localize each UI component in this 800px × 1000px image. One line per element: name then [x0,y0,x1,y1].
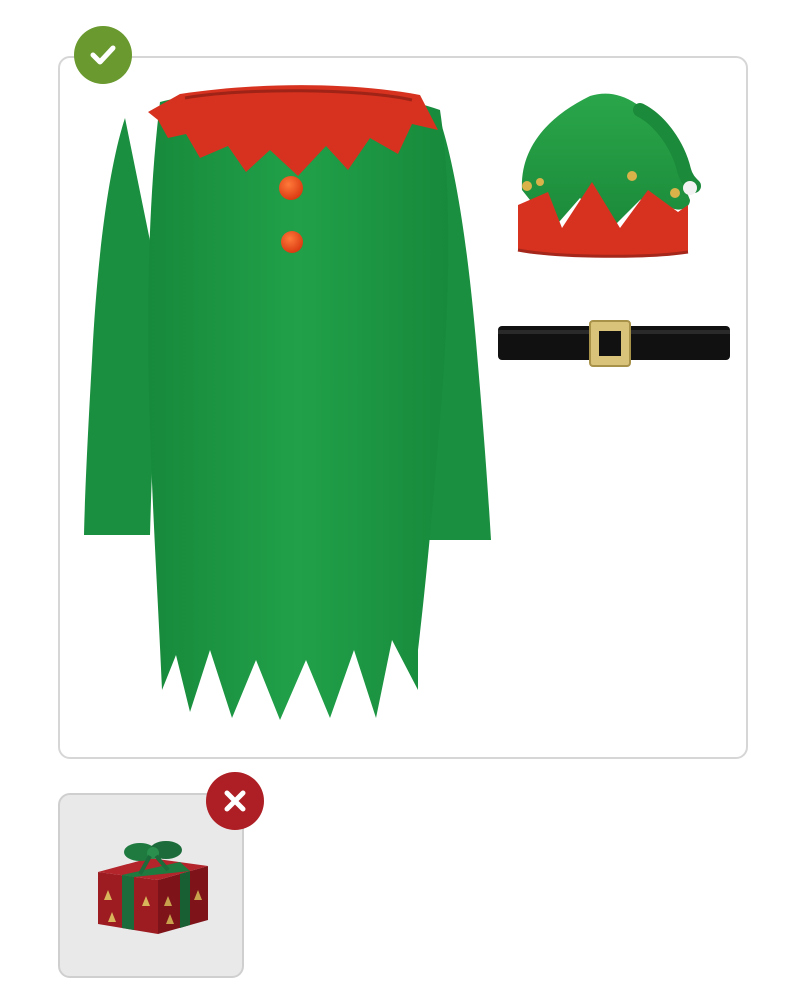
gift-box-image [98,841,208,934]
gift-box-illustration [98,841,208,934]
cross-icon [220,786,250,816]
not-included-status-badge [206,772,264,830]
